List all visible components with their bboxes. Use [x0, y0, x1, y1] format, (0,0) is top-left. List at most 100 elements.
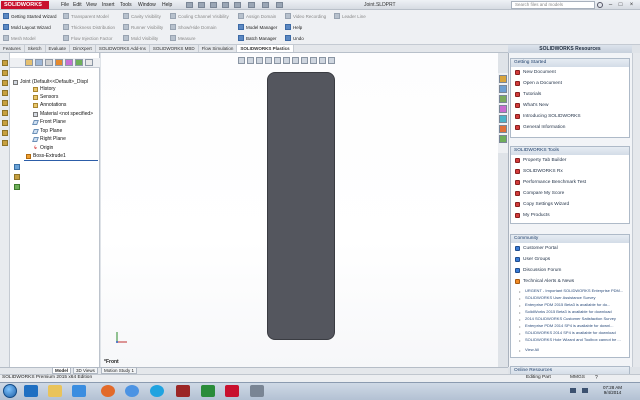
mold-visibility-button[interactable]: Mold Visibility	[123, 35, 158, 41]
chrome-icon[interactable]	[125, 385, 139, 397]
part-model[interactable]	[267, 72, 335, 340]
model-manager-button[interactable]: Model Manager	[238, 24, 277, 30]
news-item[interactable]: SOLIDWORKS User Assistance Survey	[519, 295, 595, 300]
benchmark-link[interactable]: Performance Benchmark Test	[515, 180, 586, 185]
tree-item-sensors[interactable]: Sensors	[33, 94, 58, 100]
help-button[interactable]: Help	[285, 24, 302, 30]
mesh-icon[interactable]	[14, 174, 20, 180]
custom-properties-tab-icon[interactable]	[499, 115, 507, 123]
video-recording-button[interactable]: Video Recording	[285, 13, 326, 19]
start-button-icon[interactable]	[3, 384, 17, 398]
configuration-tab-icon[interactable]	[45, 59, 53, 66]
tool-icon[interactable]	[250, 385, 264, 397]
restore-button[interactable]: □	[617, 2, 624, 8]
news-item[interactable]: SolidWorks 2015 Beta3 is available for d…	[519, 309, 612, 314]
menu-view[interactable]: View	[86, 2, 97, 8]
whats-new-link[interactable]: What's New	[515, 103, 548, 108]
flow-injection-factor-button[interactable]: Flow Injection Factor	[63, 35, 113, 41]
tree-root[interactable]: Joint (Default<<Default>_Displ	[13, 79, 88, 85]
tree-item-boss-extrude1[interactable]: Boss-Extrude1	[26, 153, 66, 159]
open-document-link[interactable]: Open a Document	[515, 81, 562, 86]
undo-icon[interactable]	[234, 2, 241, 8]
resources-tab-icon[interactable]	[499, 75, 507, 83]
tool-icon[interactable]	[2, 120, 8, 126]
news-item[interactable]: 2014 SOLIDWORKS Customer Satisfaction Su…	[519, 316, 616, 321]
search-icon[interactable]	[597, 2, 603, 8]
browser-icon[interactable]	[24, 385, 38, 397]
tree-item-material[interactable]: Material <not specified>	[33, 111, 93, 117]
print-icon[interactable]	[222, 2, 229, 8]
zoom-to-fit-icon[interactable]	[238, 57, 245, 64]
tool-icon[interactable]	[2, 80, 8, 86]
menu-edit[interactable]: Edit	[73, 2, 82, 8]
arrow-right-icon[interactable]	[85, 59, 93, 66]
tab-model[interactable]: Model	[52, 367, 71, 374]
network-icon[interactable]	[570, 388, 576, 393]
search-input[interactable]: Search files and models	[511, 1, 595, 9]
tab-mbd[interactable]: SOLIDWORKS MBD	[150, 45, 199, 52]
close-button[interactable]: ×	[628, 2, 635, 8]
media-icon[interactable]	[72, 385, 86, 397]
explorer-icon[interactable]	[48, 385, 62, 397]
help-icon[interactable]: ?	[595, 375, 598, 381]
menu-file[interactable]: File	[61, 2, 69, 8]
zoom-area-icon[interactable]	[247, 57, 254, 64]
apply-scene-icon[interactable]	[310, 57, 317, 64]
menu-insert[interactable]: Insert	[102, 2, 115, 8]
solidworks-taskbar-icon[interactable]	[225, 385, 239, 397]
plastics-tab-icon[interactable]	[499, 135, 507, 143]
display-manager-tab-icon[interactable]	[65, 59, 73, 66]
news-item[interactable]: SOLIDWORKS Hole Wizard and Toolbox canno…	[519, 337, 621, 342]
previous-view-icon[interactable]	[256, 57, 263, 64]
edit-appearance-icon[interactable]	[301, 57, 308, 64]
tree-item-annotations[interactable]: Annotations	[33, 102, 66, 108]
view-orientation-icon[interactable]	[274, 57, 281, 64]
property-tab-builder-link[interactable]: Property Tab Builder	[515, 158, 566, 163]
tab-motion-study[interactable]: Motion Study 1	[101, 367, 138, 374]
tutorials-link[interactable]: Tutorials	[515, 92, 541, 97]
runner-visibility-button[interactable]: Runner Visibility	[123, 24, 163, 30]
hide-show-icon[interactable]	[292, 57, 299, 64]
tool-icon[interactable]	[2, 70, 8, 76]
introducing-solidworks-link[interactable]: Introducing SOLIDWORKS	[515, 114, 581, 119]
rollback-bar[interactable]	[24, 160, 98, 161]
tool-icon[interactable]	[2, 130, 8, 136]
tab-3d-views[interactable]: 3D Views	[73, 367, 98, 374]
dreamweaver-icon[interactable]	[201, 385, 215, 397]
leader-line-button[interactable]: Leader Line	[334, 13, 366, 19]
tree-item-front-plane[interactable]: Front Plane	[32, 119, 66, 125]
tab-dimxpert[interactable]: DimXpert	[70, 45, 96, 52]
user-groups-link[interactable]: User Groups	[515, 257, 550, 262]
news-item[interactable]: URGENT - Important SOLIDWORKS Enterprise…	[519, 288, 623, 293]
tool-icon[interactable]	[2, 110, 8, 116]
status-units[interactable]: MMGS	[570, 375, 585, 380]
show-hide-domain-button[interactable]: Show/Hide Domain	[170, 24, 217, 30]
compare-score-link[interactable]: Compare My Score	[515, 191, 564, 196]
view-settings-icon[interactable]	[319, 57, 326, 64]
clock[interactable]: 07:28 AM 9/4/2014	[603, 385, 622, 395]
news-item[interactable]: Enterprise PDM 2015 Beta3 is available f…	[519, 302, 610, 307]
assign-domain-button[interactable]: Assign Domain	[238, 13, 276, 19]
firefox-icon[interactable]	[101, 385, 115, 397]
cavity-visibility-button[interactable]: Cavity Visibility	[123, 13, 161, 19]
general-information-link[interactable]: General Information	[515, 125, 565, 130]
measure-button[interactable]: Measure	[170, 35, 196, 41]
new-document-link[interactable]: New Document	[515, 70, 556, 75]
task-pane-scrollbar[interactable]	[632, 53, 640, 367]
options-icon[interactable]	[276, 2, 283, 8]
cooling-channel-visibility-button[interactable]: Cooling Channel Visibility	[170, 13, 229, 19]
monitor-icon[interactable]	[328, 57, 335, 64]
rebuild-icon[interactable]	[262, 2, 269, 8]
tree-item-right-plane[interactable]: Right Plane	[32, 136, 66, 142]
getting-started-wizard-button[interactable]: Getting Started Wizard	[3, 13, 57, 19]
tree-item-top-plane[interactable]: Top Plane	[32, 128, 62, 134]
thickness-distribution-button[interactable]: Thickness Distribution	[63, 24, 115, 30]
section-header[interactable]: Community	[511, 235, 629, 243]
plastics-icon[interactable]	[14, 164, 20, 170]
tab-evaluate[interactable]: Evaluate	[46, 45, 71, 52]
skype-icon[interactable]	[150, 385, 164, 397]
news-item[interactable]: SOLIDWORKS 2014 SP4 is available for dow…	[519, 330, 616, 335]
plastics-tab-icon[interactable]	[75, 59, 83, 66]
menu-window[interactable]: Window	[138, 2, 156, 8]
batch-manager-button[interactable]: Batch Manager	[238, 35, 277, 41]
